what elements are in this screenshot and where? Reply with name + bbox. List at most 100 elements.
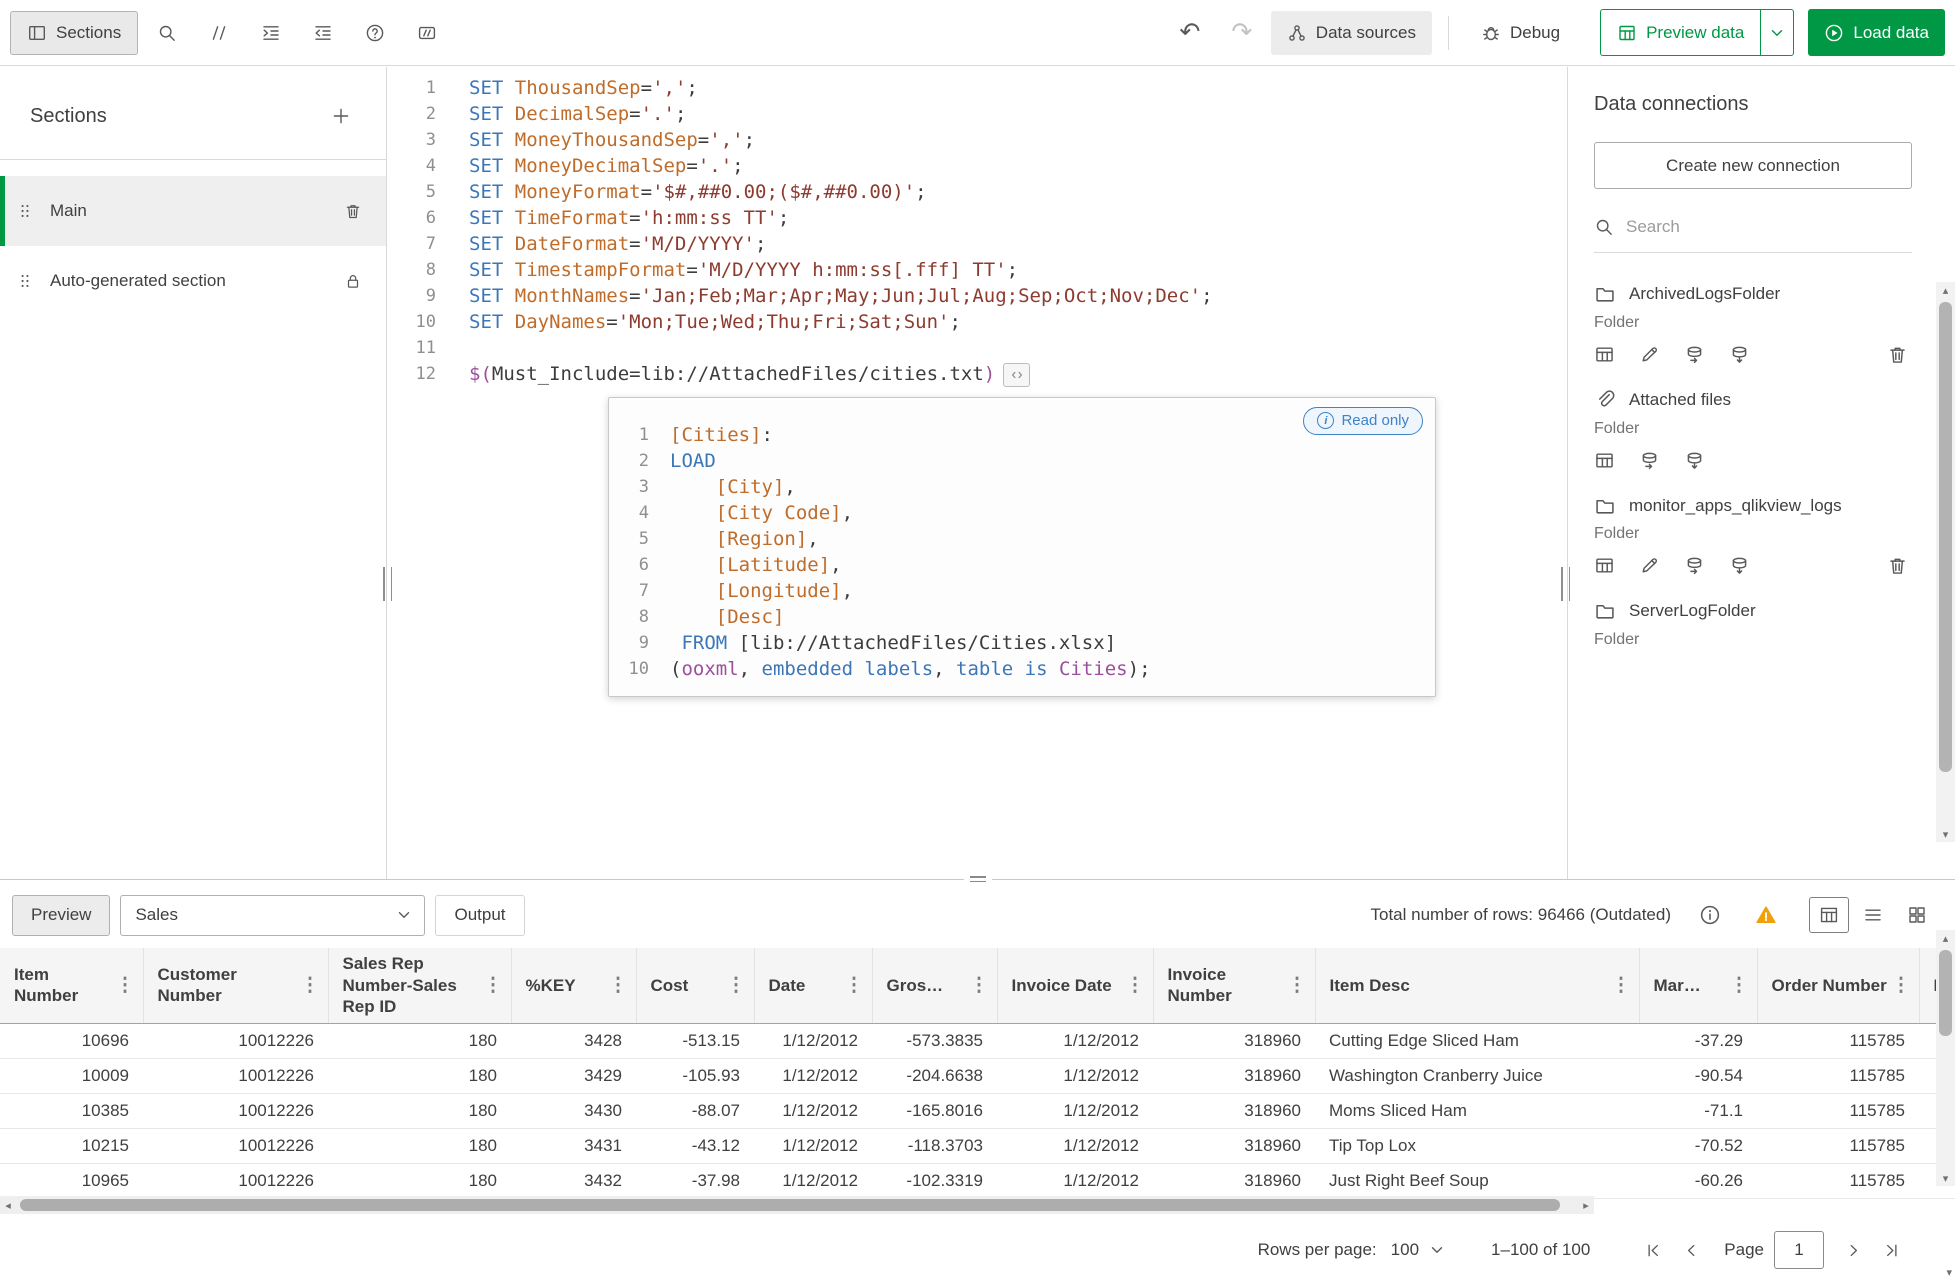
column-header-customer-number[interactable]: Customer Number ⋮: [143, 948, 329, 1024]
next-page-button[interactable]: [1834, 1231, 1872, 1269]
rows-per-page-select[interactable]: 100: [1391, 1240, 1447, 1260]
code-line[interactable]: FROM [lib://AttachedFiles/Cities.xlsx]: [649, 630, 1116, 656]
sync-button[interactable]: [1639, 450, 1660, 471]
list-view-button[interactable]: [1853, 897, 1893, 933]
column-menu-icon[interactable]: ⋮: [297, 974, 324, 997]
code-line[interactable]: LOAD: [649, 448, 716, 474]
redo-button[interactable]: ↷: [1219, 11, 1265, 55]
info-button[interactable]: [1687, 893, 1733, 937]
load-button[interactable]: [1729, 344, 1750, 365]
column-header-sales-rep-number-sales-rep-id[interactable]: Sales Rep Number-Sales Rep ID ⋮: [328, 948, 512, 1024]
page-number-input[interactable]: [1774, 1231, 1824, 1269]
outdent-button[interactable]: [300, 11, 346, 55]
code-line[interactable]: [Cities]:: [649, 422, 773, 448]
edit-button[interactable]: [1639, 555, 1660, 576]
table-horizontal-scrollbar[interactable]: ◂ ▸: [0, 1196, 1594, 1214]
connection-name[interactable]: ArchivedLogsFolder: [1629, 279, 1780, 309]
debug-button[interactable]: Debug: [1465, 11, 1576, 55]
column-menu-icon[interactable]: ⋮: [966, 974, 993, 997]
select-data-button[interactable]: [1594, 344, 1615, 365]
comment-selection-button[interactable]: [196, 11, 242, 55]
column-header-date[interactable]: Date ⋮: [754, 948, 873, 1024]
code-line[interactable]: SET DateFormat='M/D/YYYY';: [436, 231, 766, 257]
code-line[interactable]: [Latitude],: [649, 552, 842, 578]
output-tab-button[interactable]: Output: [435, 894, 525, 936]
column-menu-icon[interactable]: ⋮: [480, 974, 507, 997]
sections-toggle-button[interactable]: Sections: [10, 10, 139, 55]
add-section-button[interactable]: [324, 99, 358, 133]
code-line[interactable]: [Longitude],: [649, 578, 853, 604]
column-menu-icon[interactable]: ⋮: [1608, 974, 1635, 997]
column-menu-icon[interactable]: ⋮: [112, 974, 139, 997]
code-line[interactable]: $(Must_Include=lib://AttachedFiles/citie…: [436, 361, 1031, 387]
connection-search-input[interactable]: [1626, 216, 1912, 237]
search-script-button[interactable]: [144, 11, 190, 55]
table-view-button[interactable]: [1809, 897, 1849, 933]
delete-button[interactable]: [1887, 555, 1908, 576]
code-line[interactable]: SET ThousandSep=',';: [436, 75, 698, 101]
code-line[interactable]: [Region],: [649, 526, 819, 552]
delete-section-button[interactable]: [344, 202, 362, 220]
code-line[interactable]: [436, 335, 469, 361]
data-sources-button[interactable]: Data sources: [1270, 10, 1432, 55]
grid-view-button[interactable]: [1897, 897, 1937, 933]
connections-scrollbar[interactable]: ▴ ▾: [1936, 282, 1955, 842]
connection-name[interactable]: monitor_apps_qlikview_logs: [1629, 491, 1842, 521]
sync-button[interactable]: [1684, 555, 1705, 576]
connection-item-serverlogfolder[interactable]: ServerLogFolder Folder: [1594, 596, 1912, 649]
column-menu-icon[interactable]: ⋮: [723, 974, 750, 997]
sync-button[interactable]: [1684, 344, 1705, 365]
help-button[interactable]: [352, 11, 398, 55]
panel-splitter-handle[interactable]: [963, 873, 992, 885]
section-item-main[interactable]: Main: [0, 176, 386, 246]
code-line[interactable]: SET DecimalSep='.';: [436, 101, 686, 127]
section-item-auto-generated-section[interactable]: Auto-generated section: [0, 246, 386, 316]
indent-button[interactable]: [248, 11, 294, 55]
code-line[interactable]: [City],: [649, 474, 796, 500]
column-header-gros[interactable]: Gros… ⋮: [872, 948, 998, 1024]
scroll-down-icon[interactable]: ▾: [1943, 1170, 1949, 1186]
undo-button[interactable]: ↶: [1167, 11, 1213, 55]
column-menu-icon[interactable]: ⋮: [841, 974, 868, 997]
column-header-order-number[interactable]: Order Number ⋮: [1757, 948, 1920, 1024]
create-connection-button[interactable]: Create new connection: [1594, 142, 1912, 189]
code-line[interactable]: SET DayNames='Mon;Tue;Wed;Thu;Fri;Sat;Su…: [436, 309, 961, 335]
code-line[interactable]: SET MonthNames='Jan;Feb;Mar;Apr;May;Jun;…: [436, 283, 1213, 309]
column-menu-icon[interactable]: ⋮: [1284, 974, 1311, 997]
column-header-invoice-date[interactable]: Invoice Date ⋮: [997, 948, 1154, 1024]
connection-item-monitor-apps-qlikview-logs[interactable]: monitor_apps_qlikview_logs Folder: [1594, 491, 1912, 577]
scroll-down-icon[interactable]: ▾: [1943, 826, 1949, 842]
column-header-item-number[interactable]: Item Number ⋮: [0, 948, 144, 1024]
table-vertical-scrollbar[interactable]: ▴ ▾: [1936, 930, 1955, 1186]
scroll-up-icon[interactable]: ▴: [1943, 282, 1949, 298]
code-line[interactable]: SET MoneyDecimalSep='.';: [436, 153, 744, 179]
code-line[interactable]: SET TimeFormat='h:mm:ss TT';: [436, 205, 789, 231]
drag-handle-icon[interactable]: [16, 272, 34, 290]
code-line[interactable]: SET MoneyFormat='$#,##0.00;($#,##0.00)';: [436, 179, 927, 205]
code-line[interactable]: SET TimestampFormat='M/D/YYYY h:mm:ss[.f…: [436, 257, 1018, 283]
column-menu-icon[interactable]: ⋮: [1888, 974, 1915, 997]
table-select[interactable]: Sales: [120, 894, 426, 936]
load-data-button[interactable]: Load data: [1808, 9, 1945, 56]
column-menu-icon[interactable]: ⋮: [605, 974, 632, 997]
preview-data-dropdown-button[interactable]: [1760, 9, 1795, 56]
delete-button[interactable]: [1887, 344, 1908, 365]
connection-name[interactable]: ServerLogFolder: [1629, 596, 1756, 626]
first-page-button[interactable]: [1634, 1231, 1672, 1269]
column-menu-icon[interactable]: ⋮: [1122, 974, 1149, 997]
drag-handle-icon[interactable]: [16, 202, 34, 220]
previous-page-button[interactable]: [1672, 1231, 1710, 1269]
scroll-down-icon[interactable]: ▾: [1946, 1266, 1952, 1279]
code-line[interactable]: [Desc]: [649, 604, 785, 630]
column-menu-icon[interactable]: ⋮: [1726, 974, 1753, 997]
preview-data-button[interactable]: Preview data: [1600, 9, 1761, 56]
scroll-right-icon[interactable]: ▸: [1578, 1199, 1594, 1212]
scroll-up-icon[interactable]: ▴: [1943, 930, 1949, 946]
script-editor[interactable]: 1 SET ThousandSep=','; 2 SET DecimalSep='.'…: [388, 67, 1566, 879]
edit-button[interactable]: [1639, 344, 1660, 365]
column-header-cost[interactable]: Cost ⋮: [636, 948, 755, 1024]
column-header-mar[interactable]: Mar… ⋮: [1639, 948, 1758, 1024]
inline-code-button[interactable]: [1003, 362, 1031, 387]
last-page-button[interactable]: [1872, 1231, 1910, 1269]
scrollbar-thumb[interactable]: [1939, 950, 1952, 1036]
